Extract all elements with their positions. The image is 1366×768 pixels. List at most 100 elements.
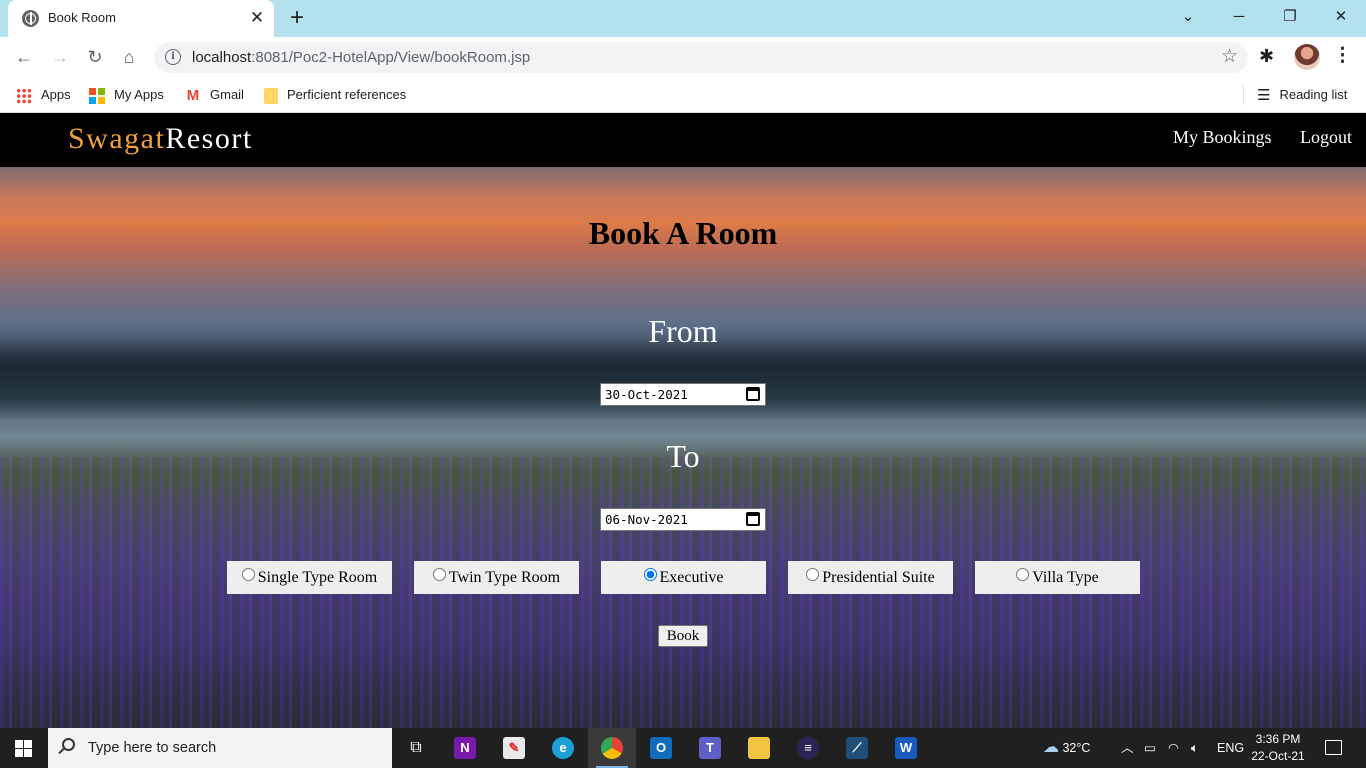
room-option-twin[interactable]: Twin Type Room [414, 561, 579, 594]
menu-dots-icon[interactable]: ⋮ [1333, 44, 1352, 67]
url-host: localhost [192, 49, 252, 66]
site-navbar: SwagatResort My Bookings Logout [0, 113, 1366, 167]
search-placeholder: Type here to search [88, 740, 217, 756]
from-date-input[interactable]: 30-Oct-2021 [600, 383, 766, 406]
page-title: Book A Room [588, 215, 778, 251]
room-option-label: Presidential Suite [822, 569, 935, 586]
logout-link[interactable]: Logout [1300, 127, 1352, 148]
back-arrow-icon[interactable]: ← [10, 43, 38, 71]
paint-icon: ✎ [503, 737, 525, 759]
language-indicator[interactable]: ENG [1217, 728, 1244, 768]
outlook-app[interactable]: O [637, 728, 685, 768]
calendar-icon[interactable] [746, 512, 760, 526]
search-icon [62, 738, 75, 751]
bookmark-apps[interactable]: Apps [16, 85, 71, 105]
tab-book-room[interactable]: Book Room ✕ [8, 0, 274, 37]
outlook-icon: O [650, 737, 672, 759]
bookmark-gmail[interactable]: M Gmail [185, 85, 244, 105]
bookmark-perficient[interactable]: Perficient references [264, 85, 406, 105]
url-text[interactable]: localhost:8081/Poc2-HotelApp/View/bookRo… [192, 49, 530, 66]
to-label: To [666, 438, 700, 474]
system-clock[interactable]: 3:36 PM 22-Oct-21 [1249, 731, 1307, 765]
bookmark-label: Perficient references [287, 87, 407, 102]
show-hidden-icons-chevron-icon[interactable]: ︿ [1121, 728, 1134, 768]
reading-list-button[interactable]: ☰ Reading list [1257, 85, 1347, 105]
background-landscape: Book A Room From 30-Oct-2021 To 06-Nov-2… [0, 167, 1366, 728]
home-icon[interactable]: ⌂ [115, 43, 143, 71]
folder-icon [264, 87, 278, 104]
page-content: SwagatResort My Bookings Logout Book A R… [0, 113, 1366, 728]
browser-toolbar: ← → ↻ ⌂ i localhost:8081/Poc2-HotelApp/V… [0, 37, 1366, 78]
new-tab-button[interactable]: + [283, 5, 311, 33]
radio-button[interactable] [1016, 567, 1030, 581]
bookmarks-bar: Apps My Apps M Gmail Perficient reference… [0, 78, 1366, 113]
eclipse-app[interactable]: ≡ [784, 728, 832, 768]
my-bookings-link[interactable]: My Bookings [1173, 127, 1272, 148]
radio-button[interactable] [432, 567, 446, 581]
room-option-single[interactable]: Single Type Room [227, 561, 392, 594]
from-date-value: 30-Oct-2021 [605, 387, 688, 402]
file-explorer-app[interactable] [735, 728, 783, 768]
task-view-button[interactable]: ⧉ [392, 728, 440, 768]
calendar-icon[interactable] [746, 387, 760, 401]
notification-center-icon[interactable] [1325, 740, 1342, 755]
bookmark-label: Apps [41, 87, 71, 102]
forward-arrow-icon[interactable]: → [46, 43, 74, 71]
divider [1243, 85, 1244, 105]
room-option-executive[interactable]: Executive [601, 561, 766, 594]
sql-developer-app[interactable]: ⟋ [833, 728, 881, 768]
close-tab-icon[interactable]: ✕ [246, 7, 268, 29]
windows-start-icon[interactable] [15, 740, 32, 757]
to-date-value: 06-Nov-2021 [605, 512, 688, 527]
radio-button-selected[interactable] [643, 567, 657, 581]
paint-app[interactable]: ✎ [490, 728, 538, 768]
speaker-icon[interactable]: 🔈︎ [1191, 728, 1199, 768]
radio-button[interactable] [241, 567, 255, 581]
globe-icon [22, 10, 39, 27]
edge-app[interactable]: e [539, 728, 587, 768]
reading-list-label: Reading list [1279, 87, 1348, 102]
address-bar[interactable]: i localhost:8081/Poc2-HotelApp/View/book… [154, 42, 1248, 73]
onenote-icon: N [454, 737, 476, 759]
onenote-app[interactable]: N [441, 728, 489, 768]
bookmark-label: Gmail [210, 87, 244, 102]
taskbar-search-box[interactable]: Type here to search [48, 728, 392, 768]
site-info-icon[interactable]: i [165, 49, 181, 65]
word-app[interactable]: W [882, 728, 930, 768]
wifi-icon[interactable]: ◠ [1168, 728, 1179, 768]
apps-grid-icon [16, 87, 32, 104]
close-window-button[interactable]: ✕ [1321, 4, 1361, 32]
extensions-puzzle-icon[interactable]: ✱ [1259, 46, 1274, 67]
to-date-input[interactable]: 06-Nov-2021 [600, 508, 766, 531]
tab-strip: Book Room ✕ + ⌄ ─ ❐ ✕ [0, 0, 1366, 37]
room-option-presidential[interactable]: Presidential Suite [788, 561, 953, 594]
teams-app[interactable]: T [686, 728, 734, 768]
word-icon: W [895, 737, 917, 759]
clock-date: 22-Oct-21 [1251, 749, 1305, 763]
microsoft-logo-icon [89, 87, 105, 104]
bookmark-star-icon[interactable]: ☆ [1221, 45, 1238, 68]
database-icon: ⟋ [846, 737, 868, 759]
chrome-icon [601, 737, 623, 759]
room-option-villa[interactable]: Villa Type [975, 561, 1140, 594]
site-logo[interactable]: SwagatResort [68, 122, 253, 156]
radio-button[interactable] [806, 567, 820, 581]
book-button[interactable]: Book [658, 625, 708, 647]
room-option-label: Twin Type Room [448, 569, 561, 586]
profile-avatar[interactable] [1294, 44, 1320, 70]
edge-icon: e [552, 737, 574, 759]
cloud-icon: ☁ [1043, 739, 1059, 756]
restore-button[interactable]: ❐ [1270, 4, 1310, 32]
battery-icon[interactable]: ▭ [1144, 728, 1156, 768]
minimize-button[interactable]: ─ [1219, 4, 1259, 32]
tab-search-chevron-icon[interactable]: ⌄ [1168, 4, 1208, 32]
folder-icon [748, 737, 770, 759]
room-option-label: Executive [659, 569, 724, 586]
chrome-app[interactable] [588, 728, 636, 768]
weather-widget[interactable]: ☁ 32°C [1043, 728, 1090, 768]
bookmark-my-apps[interactable]: My Apps [89, 85, 164, 105]
teams-icon: T [699, 737, 721, 759]
tab-title: Book Room [48, 10, 116, 25]
task-view-icon: ⧉ [410, 739, 422, 756]
reload-icon[interactable]: ↻ [81, 43, 109, 71]
